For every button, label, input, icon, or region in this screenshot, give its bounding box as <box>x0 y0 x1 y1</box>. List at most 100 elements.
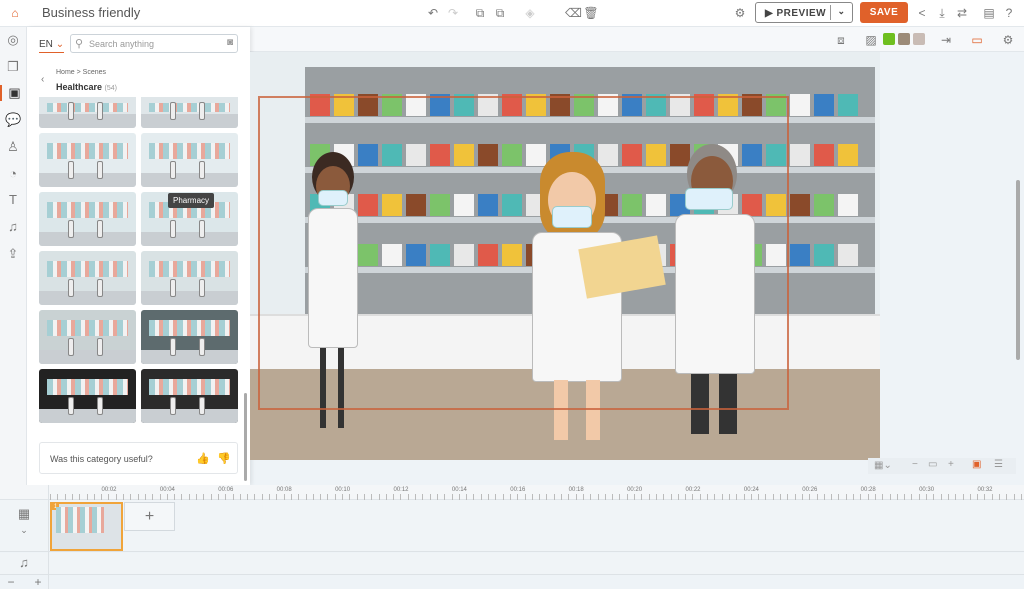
save-button[interactable]: SAVE <box>860 2 908 23</box>
color-swatch[interactable] <box>913 33 925 45</box>
back-icon[interactable]: ‹ <box>41 74 44 85</box>
settings-icon[interactable]: ⚙ <box>732 6 748 20</box>
time-label: 00:30 <box>919 487 934 493</box>
color-swatch[interactable] <box>883 33 895 45</box>
time-label: 00:12 <box>393 487 408 493</box>
image-icon[interactable]: ▨ <box>863 33 879 47</box>
paste-icon[interactable]: ⧉ <box>492 6 508 20</box>
scene-library-panel: EN ⌄ ⚲ Search anything ◙ ‹ Home > Scenes… <box>27 27 250 485</box>
audio-track[interactable] <box>0 553 1024 575</box>
zoom-in-icon[interactable]: + <box>948 459 954 470</box>
fit-icon[interactable]: ▭ <box>928 459 937 470</box>
product <box>838 244 858 266</box>
add-scene-button[interactable]: + <box>124 502 175 531</box>
chart-icon[interactable]: ◔ <box>5 166 21 182</box>
delete-icon[interactable]: 🗑 <box>583 6 599 20</box>
group-icon[interactable]: ⧈ <box>833 33 849 47</box>
canvas-scrollbar[interactable] <box>1016 180 1020 360</box>
gear-icon[interactable]: ⚙ <box>1000 33 1016 47</box>
timeline-zoom-in-icon[interactable]: + <box>30 575 46 589</box>
scene-thumbnail[interactable] <box>141 133 238 187</box>
timeline-ruler[interactable]: 00:0200:0400:0600:0800:1000:1200:1400:16… <box>0 485 1024 500</box>
preview-label: PREVIEW <box>776 8 826 19</box>
share-icon[interactable]: < <box>914 6 930 20</box>
top-toolbar: ⌂ Business friendly ↶ ↷ ⧉ ⧉ ◈ ⌫ 🗑 ⚙ ▶ PR… <box>0 0 1024 27</box>
templates-icon[interactable]: ❐ <box>5 59 21 75</box>
feedback-question: Was this category useful? <box>50 454 153 464</box>
scene-thumbnail[interactable] <box>39 133 136 187</box>
time-label: 00:06 <box>218 487 233 493</box>
time-label: 00:04 <box>160 487 175 493</box>
music-note-icon[interactable]: ♫ <box>16 556 32 570</box>
convert-icon[interactable]: ⇄ <box>954 6 970 20</box>
help-icon[interactable]: ? <box>1001 6 1017 20</box>
search-placeholder: Search anything <box>89 39 154 49</box>
scene-thumbnail[interactable] <box>141 251 238 305</box>
text-icon[interactable]: T <box>5 192 21 208</box>
scene-thumbnail[interactable] <box>39 310 136 364</box>
breadcrumb-scenes[interactable]: Scenes <box>83 69 106 76</box>
search-input[interactable]: ⚲ Search anything ◙ <box>70 34 238 53</box>
project-title[interactable]: Business friendly <box>42 5 140 20</box>
timeline-zoom-out-icon[interactable]: − <box>3 575 19 589</box>
grid-icon[interactable]: ▦⌄ <box>874 460 892 471</box>
language-label: EN <box>39 39 53 50</box>
enter-icon[interactable]: ⇥ <box>938 33 954 47</box>
category-name: Healthcare <box>56 82 102 92</box>
download-icon[interactable]: ⤓ <box>934 6 950 20</box>
feedback-box: Was this category useful? 👍 👎 <box>39 442 238 474</box>
music-icon[interactable]: ♫ <box>5 219 21 235</box>
time-label: 00:20 <box>627 487 642 493</box>
time-label: 00:14 <box>452 487 467 493</box>
scene-thumbnail[interactable] <box>141 310 238 364</box>
film-icon[interactable]: ▦ <box>16 507 32 521</box>
preview-button[interactable]: ▶ PREVIEW⌄ <box>755 2 853 23</box>
breadcrumb-home[interactable]: Home <box>56 69 75 76</box>
thumbs-down-icon[interactable]: 👎 <box>217 452 231 465</box>
product <box>838 94 858 116</box>
zoom-out-icon[interactable]: − <box>912 459 918 470</box>
camera-frame[interactable] <box>258 96 789 410</box>
speech-bubble-icon[interactable]: 💬 <box>5 112 21 128</box>
language-select[interactable]: EN ⌄ <box>39 39 64 53</box>
time-label: 00:08 <box>277 487 292 493</box>
zoom-controls: ▦⌄ − ▭ + ▣ ☰ <box>868 458 1016 474</box>
scene-clip[interactable]: 1 <box>50 502 123 551</box>
list-view-icon[interactable]: ☰ <box>994 459 1003 470</box>
scene-thumbnail[interactable] <box>141 369 238 423</box>
product <box>814 194 834 216</box>
layers-icon[interactable]: ◈ <box>522 6 538 20</box>
notes-icon[interactable]: ▤ <box>981 6 997 20</box>
thumbs-up-icon[interactable]: 👍 <box>196 452 210 465</box>
track-controls: ▦ ⌄ ♫ − + <box>0 485 49 589</box>
color-swatch[interactable] <box>898 33 910 45</box>
panel-scrollbar[interactable] <box>244 393 247 481</box>
sidebar-rail: ◎ ❐ ▣ 💬 ♙ ◔ T ♫ ⇪ <box>0 27 27 485</box>
scene-thumbnail[interactable] <box>39 369 136 423</box>
scene-thumbnail[interactable] <box>39 251 136 305</box>
time-label: 00:16 <box>510 487 525 493</box>
tooltip: Pharmacy <box>168 193 214 208</box>
camera-icon[interactable]: ▭ <box>969 33 985 47</box>
product <box>814 94 834 116</box>
scene-thumbnail[interactable] <box>141 97 238 128</box>
camera-search-icon[interactable]: ◙ <box>227 37 233 48</box>
chevron-down-icon[interactable]: ⌄ <box>830 5 852 20</box>
frame-view-icon[interactable]: ▣ <box>972 459 981 470</box>
scene-thumbnail[interactable] <box>39 97 136 128</box>
undo-icon[interactable]: ↶ <box>425 6 441 20</box>
home-icon[interactable]: ⌂ <box>7 6 23 20</box>
time-label: 00:18 <box>569 487 584 493</box>
scenes-icon[interactable]: ▣ <box>0 85 27 101</box>
compass-icon[interactable]: ◎ <box>5 32 21 48</box>
redo-icon[interactable]: ↷ <box>445 6 461 20</box>
scene-thumbnail[interactable] <box>39 192 136 246</box>
chevron-down-icon[interactable]: ⌄ <box>16 523 32 537</box>
search-icon: ⚲ <box>75 37 83 50</box>
character-icon[interactable]: ♙ <box>5 139 21 155</box>
upload-icon[interactable]: ⇪ <box>5 246 21 262</box>
clear-icon[interactable]: ⌫ <box>565 6 581 20</box>
time-label: 00:02 <box>101 487 116 493</box>
copy-icon[interactable]: ⧉ <box>472 6 488 20</box>
product <box>814 144 834 166</box>
